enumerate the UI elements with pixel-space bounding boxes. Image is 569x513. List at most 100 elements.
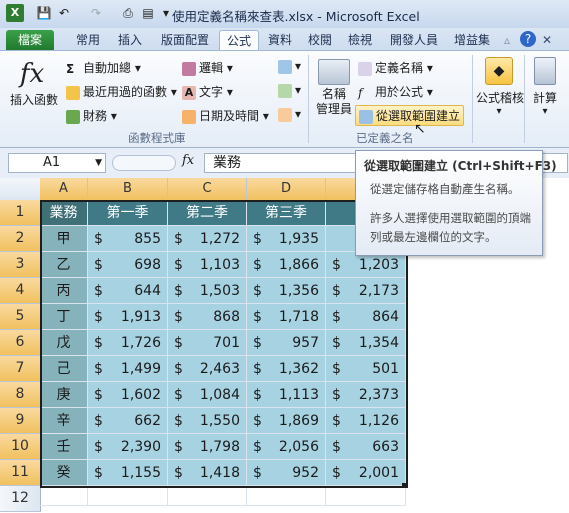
print-preview-icon[interactable]: ⎙ xyxy=(120,5,136,21)
sales-value-cell[interactable]: $663 xyxy=(326,434,406,460)
minimize-ribbon-icon[interactable]: ▵ xyxy=(500,30,514,50)
logical-button[interactable]: 邏輯 ▾ xyxy=(182,59,233,76)
math-trig-button[interactable]: ▾ xyxy=(278,83,301,98)
sales-value-cell[interactable]: $1,550 xyxy=(168,408,247,434)
help-icon[interactable]: ? xyxy=(520,31,536,47)
sales-value-cell[interactable]: $2,173 xyxy=(326,278,406,304)
autosum-button[interactable]: Σ 自動加總 ▾ xyxy=(66,59,141,76)
sales-value-cell[interactable]: $1,418 xyxy=(168,460,247,486)
column-header-d[interactable]: D xyxy=(247,178,326,201)
recently-used-button[interactable]: 最近用過的函數 ▾ xyxy=(66,83,177,100)
redo-icon[interactable]: ↷ xyxy=(88,5,104,21)
sales-value-cell[interactable]: $1,362 xyxy=(247,356,326,382)
tab-file[interactable]: 檔案 xyxy=(6,30,54,50)
date-time-button[interactable]: 日期及時間 ▾ xyxy=(182,107,269,124)
lookup-reference-button[interactable]: ▾ xyxy=(278,59,301,74)
sales-value-cell[interactable]: $501 xyxy=(326,356,406,382)
tab-review[interactable]: 校閱 xyxy=(302,30,338,50)
sales-value-cell[interactable]: $868 xyxy=(168,304,247,330)
formula-auditing-button[interactable]: ◆ 公式稽核 ▾ xyxy=(476,57,524,117)
salesperson-cell[interactable]: 庚 xyxy=(40,382,88,408)
sales-value-cell[interactable]: $1,726 xyxy=(88,330,168,356)
name-manager-button[interactable]: 名稱 管理員 xyxy=(314,57,354,127)
column-header-c[interactable]: C xyxy=(168,178,247,201)
sales-value-cell[interactable]: $1,356 xyxy=(247,278,326,304)
sales-value-cell[interactable]: $1,798 xyxy=(168,434,247,460)
sales-value-cell[interactable]: $1,155 xyxy=(88,460,168,486)
tab-data[interactable]: 資料 xyxy=(262,30,298,50)
empty-cell[interactable] xyxy=(40,486,88,506)
sales-value-cell[interactable]: $2,056 xyxy=(247,434,326,460)
financial-button[interactable]: 財務 ▾ xyxy=(66,107,117,124)
tab-home[interactable]: 常用 xyxy=(70,30,106,50)
sales-value-cell[interactable]: $698 xyxy=(88,252,168,278)
sales-value-cell[interactable]: $1,866 xyxy=(247,252,326,278)
sales-value-cell[interactable]: $1,084 xyxy=(168,382,247,408)
empty-cell[interactable] xyxy=(247,486,326,506)
empty-cell[interactable] xyxy=(168,486,247,506)
quick-print-icon[interactable]: ▤ xyxy=(140,5,156,21)
salesperson-cell[interactable]: 戊 xyxy=(40,330,88,356)
excel-logo-icon[interactable]: X xyxy=(6,4,24,22)
tab-formulas[interactable]: 公式 xyxy=(219,30,259,51)
sales-value-cell[interactable]: $1,935 xyxy=(247,226,326,252)
row-header-5[interactable]: 5 xyxy=(0,304,41,330)
sales-value-cell[interactable]: $1,913 xyxy=(88,304,168,330)
sales-value-cell[interactable]: $2,463 xyxy=(168,356,247,382)
sales-value-cell[interactable]: $957 xyxy=(247,330,326,356)
row-header-9[interactable]: 9 xyxy=(0,408,41,434)
salesperson-cell[interactable]: 辛 xyxy=(40,408,88,434)
sales-value-cell[interactable]: $701 xyxy=(168,330,247,356)
sales-value-cell[interactable]: $1,869 xyxy=(247,408,326,434)
salesperson-cell[interactable]: 癸 xyxy=(40,460,88,486)
table-header-cell[interactable]: 業務 xyxy=(40,200,88,226)
name-box-dropdown-icon[interactable]: ▼ xyxy=(95,154,102,172)
salesperson-cell[interactable]: 己 xyxy=(40,356,88,382)
sales-value-cell[interactable]: $864 xyxy=(326,304,406,330)
table-header-cell[interactable]: 第二季 xyxy=(168,200,247,226)
sales-value-cell[interactable]: $1,126 xyxy=(326,408,406,434)
define-name-button[interactable]: 定義名稱 ▾ xyxy=(358,59,433,76)
sales-value-cell[interactable]: $1,354 xyxy=(326,330,406,356)
sales-value-cell[interactable]: $1,499 xyxy=(88,356,168,382)
row-header-8[interactable]: 8 xyxy=(0,382,41,408)
insert-function-fx-icon[interactable]: fx xyxy=(182,153,194,168)
table-header-cell[interactable]: 第三季 xyxy=(247,200,326,226)
use-in-formula-button[interactable]: f 用於公式 ▾ xyxy=(358,83,433,100)
save-icon[interactable]: 💾 xyxy=(36,5,52,21)
fill-handle[interactable] xyxy=(402,483,407,488)
more-functions-button[interactable]: ▾ xyxy=(278,107,301,122)
name-box[interactable]: A1 ▼ xyxy=(8,153,106,173)
sales-value-cell[interactable]: $1,103 xyxy=(168,252,247,278)
sales-value-cell[interactable]: $855 xyxy=(88,226,168,252)
column-header-b[interactable]: B xyxy=(88,178,168,201)
sales-value-cell[interactable]: $662 xyxy=(88,408,168,434)
salesperson-cell[interactable]: 丁 xyxy=(40,304,88,330)
salesperson-cell[interactable]: 甲 xyxy=(40,226,88,252)
sales-value-cell[interactable]: $1,272 xyxy=(168,226,247,252)
tab-developer[interactable]: 開發人員 xyxy=(384,30,444,50)
sales-value-cell[interactable]: $2,390 xyxy=(88,434,168,460)
row-header-3[interactable]: 3 xyxy=(0,252,41,278)
row-header-12[interactable]: 12 xyxy=(0,486,41,512)
sales-value-cell[interactable]: $1,602 xyxy=(88,382,168,408)
row-header-7[interactable]: 7 xyxy=(0,356,41,382)
formula-bar-resize-handle[interactable] xyxy=(112,155,176,171)
row-header-2[interactable]: 2 xyxy=(0,226,41,252)
row-header-1[interactable]: 1 xyxy=(0,200,41,226)
row-header-11[interactable]: 11 xyxy=(0,460,41,486)
column-header-a[interactable]: A xyxy=(40,178,88,201)
select-all-corner[interactable] xyxy=(0,178,41,201)
sales-value-cell[interactable]: $1,503 xyxy=(168,278,247,304)
create-from-selection-button[interactable]: 從選取範圍建立 xyxy=(355,105,465,126)
tab-insert[interactable]: 插入 xyxy=(112,30,148,50)
sales-value-cell[interactable]: $952 xyxy=(247,460,326,486)
undo-icon[interactable]: ↶ xyxy=(56,5,72,21)
calculation-button[interactable]: 計算 ▾ xyxy=(528,57,562,117)
table-header-cell[interactable]: 第一季 xyxy=(88,200,168,226)
sales-value-cell[interactable]: $1,113 xyxy=(247,382,326,408)
sales-value-cell[interactable]: $2,001 xyxy=(326,460,406,486)
salesperson-cell[interactable]: 乙 xyxy=(40,252,88,278)
close-workbook-icon[interactable]: ✕ xyxy=(540,30,554,50)
empty-cell[interactable] xyxy=(326,486,406,506)
